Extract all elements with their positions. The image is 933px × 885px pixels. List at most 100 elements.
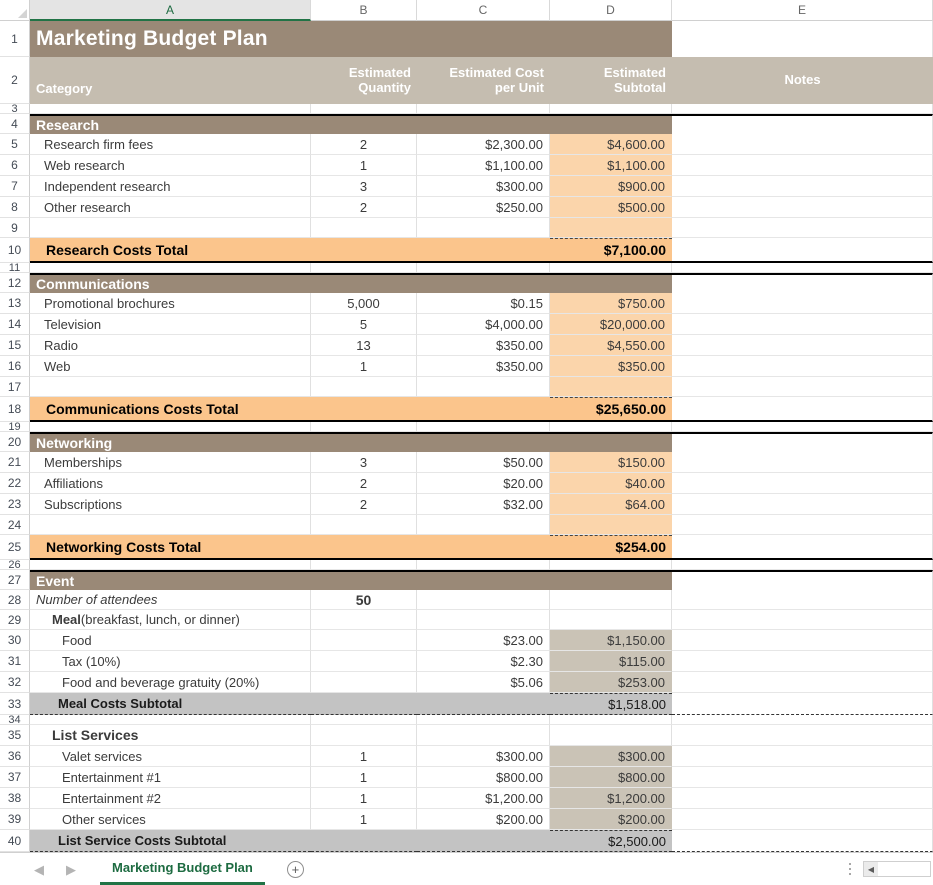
row-header-28[interactable]: 28 xyxy=(0,590,30,610)
item-notes-5[interactable] xyxy=(672,134,933,155)
section-header-event[interactable]: Event xyxy=(30,570,672,590)
sheet-row-14[interactable]: 14Television5$4,000.00$20,000.00 xyxy=(0,314,933,335)
item-notes-23[interactable] xyxy=(672,494,933,515)
item-subtotal-16[interactable]: $350.00 xyxy=(550,356,672,377)
row-header-24[interactable]: 24 xyxy=(0,515,30,535)
cell-e-20[interactable] xyxy=(672,432,933,452)
sheet-row-23[interactable]: 23Subscriptions2$32.00$64.00 xyxy=(0,494,933,515)
sheet-row-19[interactable]: 19 xyxy=(0,422,933,432)
header-cell-estimated-quantity[interactable]: EstimatedQuantity xyxy=(311,57,417,104)
section-header-research[interactable]: Research xyxy=(30,114,672,134)
subtotal-label-33[interactable]: Meal Costs Subtotal xyxy=(30,693,311,715)
sheet-row-12[interactable]: 12Communications xyxy=(0,273,933,293)
cell-e-19[interactable] xyxy=(672,422,933,432)
item-label-24[interactable] xyxy=(30,515,311,535)
item-label-14[interactable]: Television xyxy=(30,314,311,335)
cell-c-29[interactable] xyxy=(417,610,550,630)
sheet-row-34[interactable]: 34 xyxy=(0,715,933,725)
item-label-30[interactable]: Food xyxy=(30,630,311,651)
attendees-label[interactable]: Number of attendees xyxy=(30,590,311,610)
sheet-row-31[interactable]: 31Tax (10%)$2.30$115.00 xyxy=(0,651,933,672)
item-label-21[interactable]: Memberships xyxy=(30,452,311,473)
total-value-25[interactable]: $254.00 xyxy=(550,535,672,560)
item-subtotal-8[interactable]: $500.00 xyxy=(550,197,672,218)
item-label-31[interactable]: Tax (10%) xyxy=(30,651,311,672)
section-header-networking[interactable]: Networking xyxy=(30,432,672,452)
total-label-18[interactable]: Communications Costs Total xyxy=(30,397,311,422)
row-header-26[interactable]: 26 xyxy=(0,560,30,570)
sheet-row-40[interactable]: 40List Service Costs Subtotal$2,500.00 xyxy=(0,830,933,852)
total-value-18[interactable]: $25,650.00 xyxy=(550,397,672,422)
attendees-value[interactable]: 50 xyxy=(311,590,417,610)
row-header-30[interactable]: 30 xyxy=(0,630,30,651)
item-notes-30[interactable] xyxy=(672,630,933,651)
row-header-1[interactable]: 1 xyxy=(0,21,30,57)
previous-sheet-icon[interactable]: ◀ xyxy=(34,863,44,876)
item-qty-37[interactable]: 1 xyxy=(311,767,417,788)
item-unit-cost-14[interactable]: $4,000.00 xyxy=(417,314,550,335)
cell-d-3[interactable] xyxy=(550,104,672,114)
item-unit-cost-13[interactable]: $0.15 xyxy=(417,293,550,314)
subtotal-label-40[interactable]: List Service Costs Subtotal xyxy=(30,830,311,852)
item-notes-37[interactable] xyxy=(672,767,933,788)
sheet-row-18[interactable]: 18Communications Costs Total$25,650.00 xyxy=(0,397,933,422)
item-unit-cost-32[interactable]: $5.06 xyxy=(417,672,550,693)
cell-b-29[interactable] xyxy=(311,610,417,630)
item-unit-cost-39[interactable]: $200.00 xyxy=(417,809,550,830)
item-qty-23[interactable]: 2 xyxy=(311,494,417,515)
item-notes-6[interactable] xyxy=(672,155,933,176)
total-label-25[interactable]: Networking Costs Total xyxy=(30,535,311,560)
select-all-button[interactable] xyxy=(0,0,30,21)
cell-c-11[interactable] xyxy=(417,263,550,273)
row-header-29[interactable]: 29 xyxy=(0,610,30,630)
sheet-row-35[interactable]: 35List Services xyxy=(0,725,933,746)
item-qty-21[interactable]: 3 xyxy=(311,452,417,473)
item-qty-31[interactable] xyxy=(311,651,417,672)
cell-c-26[interactable] xyxy=(417,560,550,570)
item-unit-cost-17[interactable] xyxy=(417,377,550,397)
horizontal-scrollbar[interactable]: ◀ xyxy=(863,861,931,877)
item-label-32[interactable]: Food and beverage gratuity (20%) xyxy=(30,672,311,693)
cell-e-3[interactable] xyxy=(672,104,933,114)
sheet-title-cell[interactable]: Marketing Budget Plan xyxy=(30,21,672,57)
item-qty-32[interactable] xyxy=(311,672,417,693)
cell-e-33[interactable] xyxy=(672,693,933,715)
scroll-left-icon[interactable]: ◀ xyxy=(864,862,878,876)
group-label-list-services[interactable]: List Services xyxy=(30,725,311,746)
item-unit-cost-9[interactable] xyxy=(417,218,550,238)
cell-a-26[interactable] xyxy=(30,560,311,570)
sheet-row-4[interactable]: 4Research xyxy=(0,114,933,134)
item-qty-9[interactable] xyxy=(311,218,417,238)
header-cell-category[interactable]: Category xyxy=(30,57,311,104)
row-header-3[interactable]: 3 xyxy=(0,104,30,114)
sheet-row-24[interactable]: 24 xyxy=(0,515,933,535)
item-unit-cost-37[interactable]: $800.00 xyxy=(417,767,550,788)
header-cell-notes[interactable]: Notes xyxy=(672,57,933,104)
row-header-16[interactable]: 16 xyxy=(0,356,30,377)
cell-d-26[interactable] xyxy=(550,560,672,570)
row-header-32[interactable]: 32 xyxy=(0,672,30,693)
item-unit-cost-8[interactable]: $250.00 xyxy=(417,197,550,218)
cell-b-25[interactable] xyxy=(311,535,417,560)
cell-e-27[interactable] xyxy=(672,570,933,590)
sheet-row-27[interactable]: 27Event xyxy=(0,570,933,590)
sheet-row-13[interactable]: 13Promotional brochures5,000$0.15$750.00 xyxy=(0,293,933,314)
item-qty-7[interactable]: 3 xyxy=(311,176,417,197)
cell-b-10[interactable] xyxy=(311,238,417,263)
cell-a-3[interactable] xyxy=(30,104,311,114)
item-label-9[interactable] xyxy=(30,218,311,238)
item-label-7[interactable]: Independent research xyxy=(30,176,311,197)
cell-b-34[interactable] xyxy=(311,715,417,725)
cell-d-34[interactable] xyxy=(550,715,672,725)
item-notes-16[interactable] xyxy=(672,356,933,377)
item-subtotal-30[interactable]: $1,150.00 xyxy=(550,630,672,651)
split-handle-icon[interactable] xyxy=(847,860,853,878)
item-subtotal-39[interactable]: $200.00 xyxy=(550,809,672,830)
row-header-8[interactable]: 8 xyxy=(0,197,30,218)
total-value-10[interactable]: $7,100.00 xyxy=(550,238,672,263)
item-subtotal-5[interactable]: $4,600.00 xyxy=(550,134,672,155)
item-subtotal-6[interactable]: $1,100.00 xyxy=(550,155,672,176)
cell-a-19[interactable] xyxy=(30,422,311,432)
item-label-37[interactable]: Entertainment #1 xyxy=(30,767,311,788)
item-notes-8[interactable] xyxy=(672,197,933,218)
